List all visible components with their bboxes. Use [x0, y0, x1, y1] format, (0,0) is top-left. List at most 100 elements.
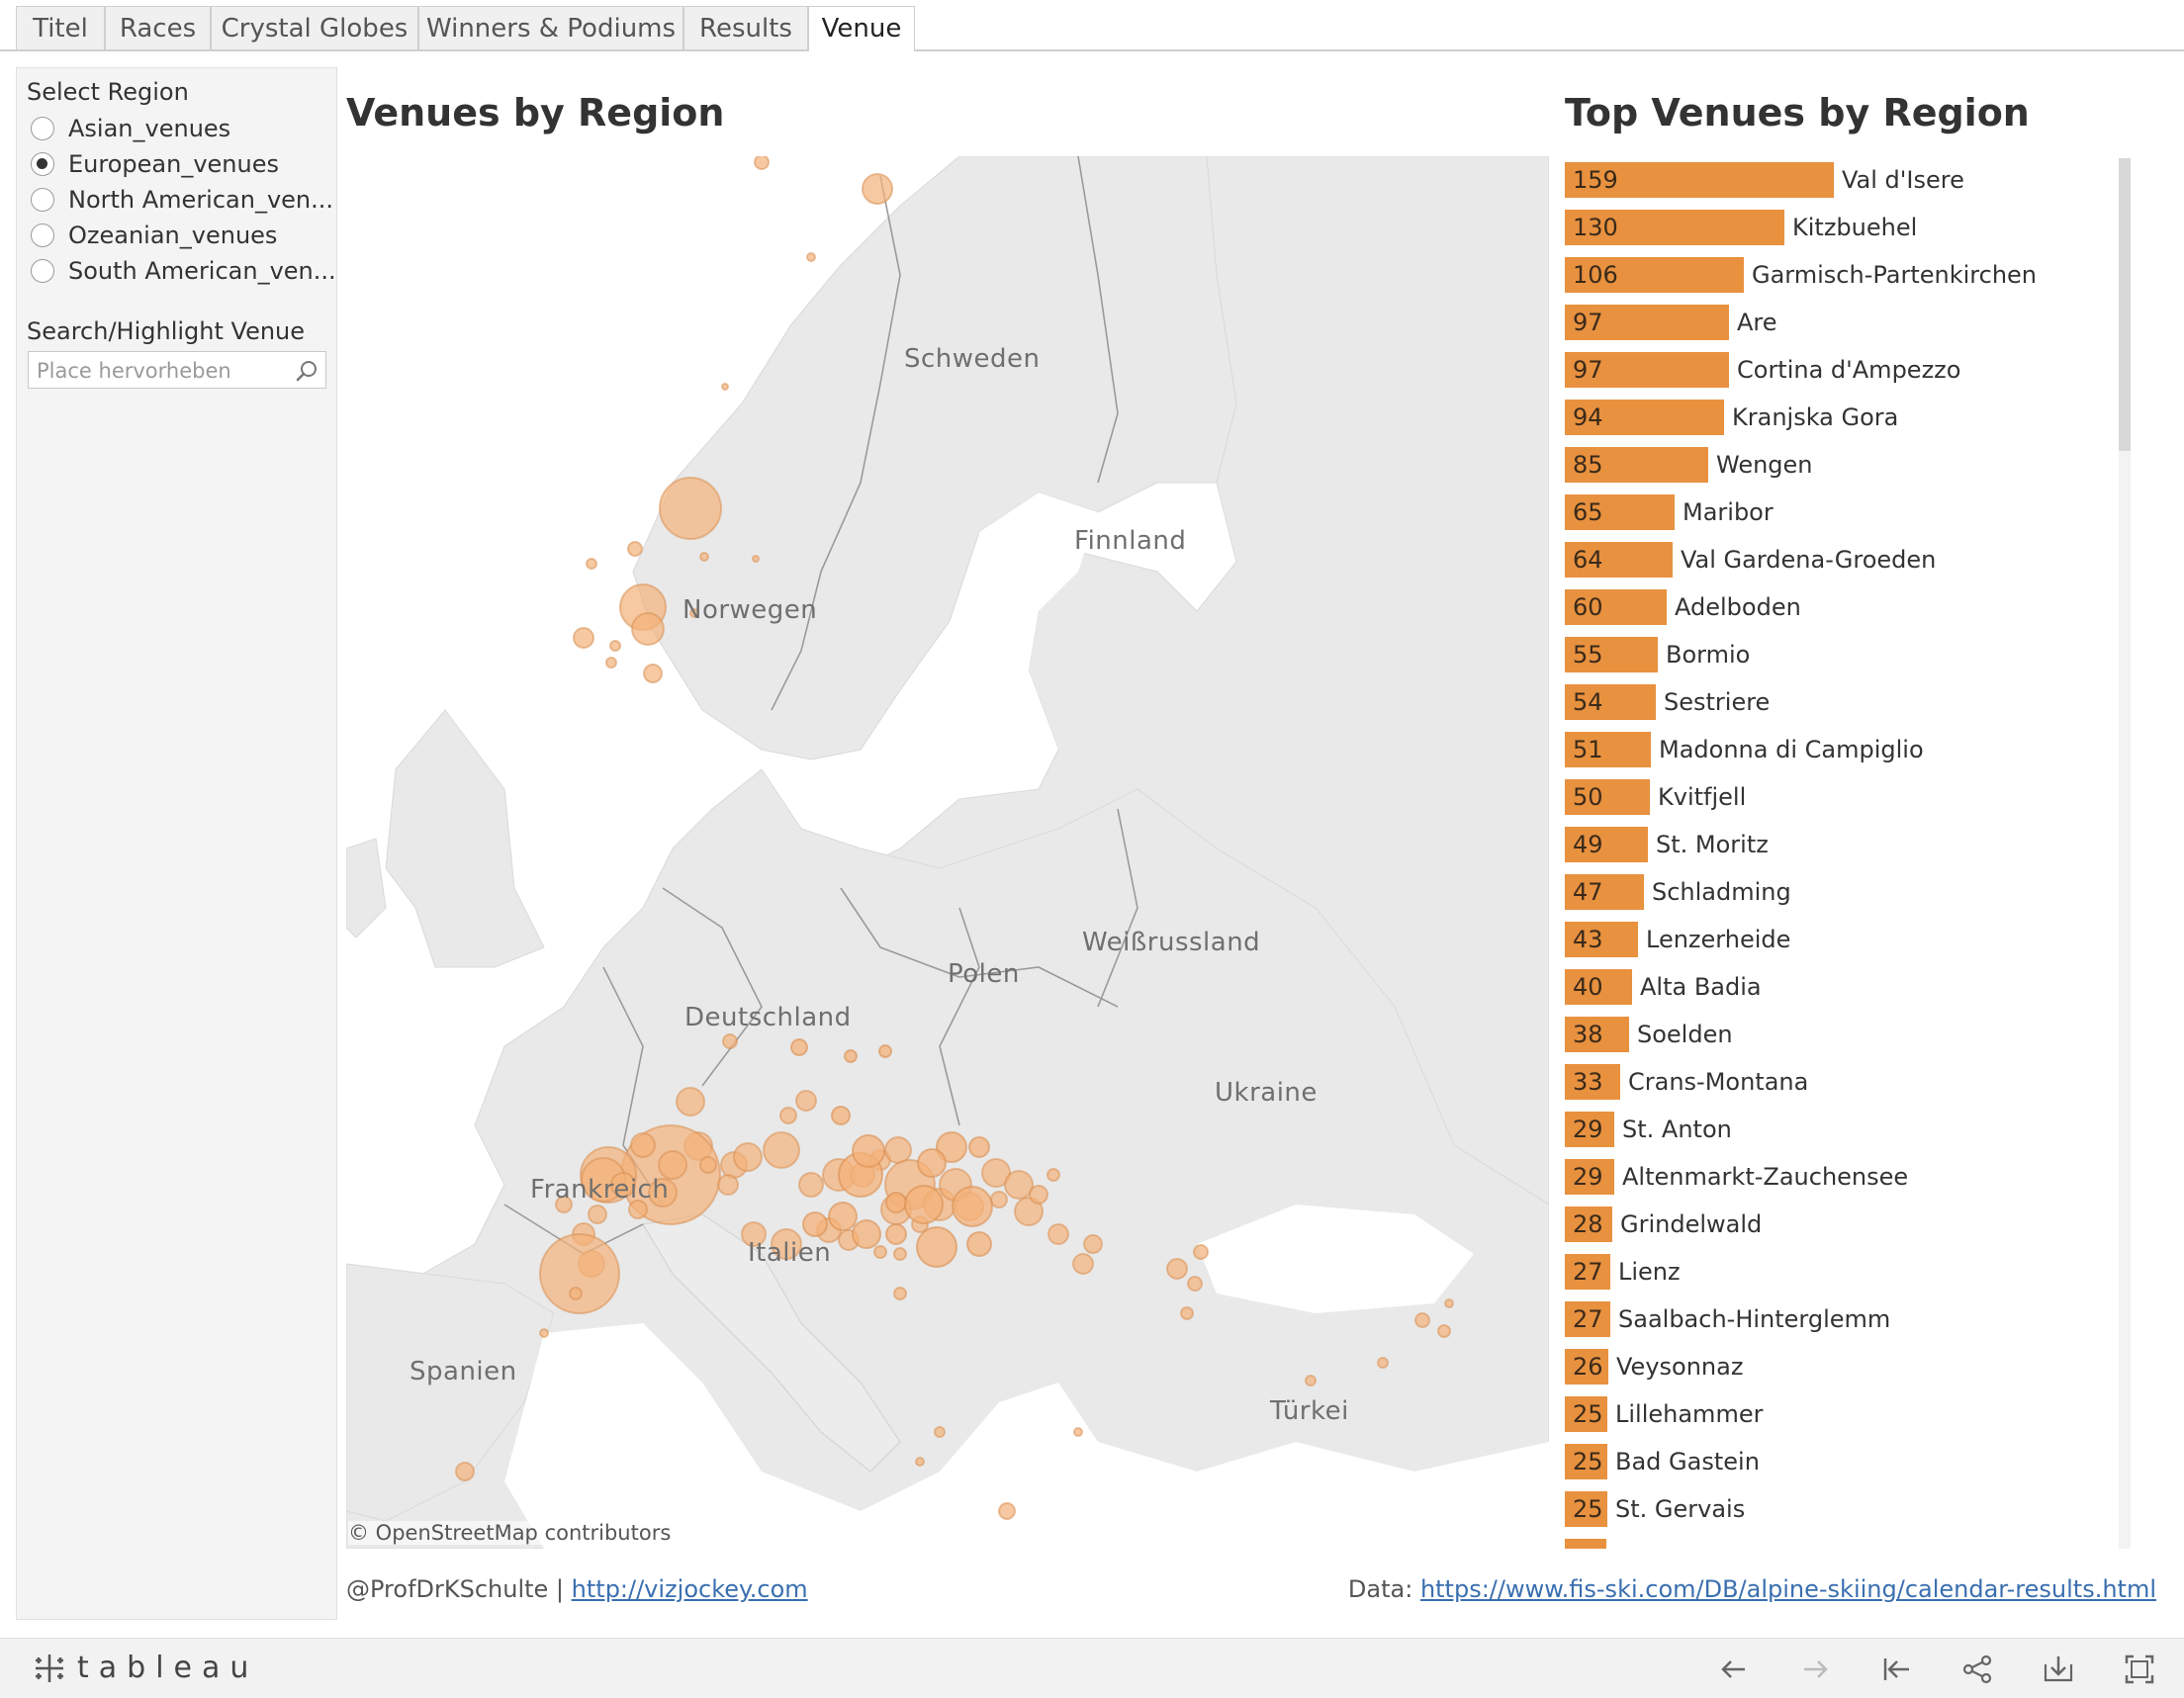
bar-category-label: St. Anton: [1622, 1116, 1732, 1143]
bar-value-label: 27: [1573, 1258, 1603, 1286]
scrollbar-thumb[interactable]: [2119, 158, 2131, 451]
bar-row[interactable]: 27 Saalbach-Hinterglemm: [1563, 1301, 2117, 1337]
radio-label: Asian_venues: [68, 115, 231, 142]
bar-category-label: Adelboden: [1675, 593, 1801, 621]
bar-category-label: Veysonnaz: [1616, 1353, 1744, 1381]
author-credit: @ProfDrKSchulte | http://vizjockey.com: [346, 1575, 808, 1603]
bar-category-label: Val d'Isere: [1842, 166, 1964, 194]
bar-row[interactable]: 29 St. Anton: [1563, 1112, 2117, 1147]
bar-category-label: Schladming: [1652, 878, 1791, 906]
bar-row[interactable]: 33 Crans-Montana: [1563, 1064, 2117, 1100]
tab-bar: Titel Races Crystal Globes Winners & Pod…: [0, 0, 2184, 51]
bar-value-label: 27: [1573, 1305, 1603, 1333]
bar-row[interactable]: 85 Wengen: [1563, 447, 2117, 483]
bar-row[interactable]: 54 Sestriere: [1563, 684, 2117, 720]
bar-row[interactable]: 47 Schladming: [1563, 874, 2117, 910]
tab-races[interactable]: Races: [105, 6, 211, 49]
radio-ozeanian-venues[interactable]: Ozeanian_venues: [31, 219, 337, 252]
bar-value-label: 40: [1573, 973, 1603, 1001]
share-icon[interactable]: [1960, 1653, 1994, 1686]
bar-row[interactable]: 130 Kitzbuehel: [1563, 210, 2117, 245]
data-source-link[interactable]: https://www.fis-ski.com/DB/alpine-skiing…: [1420, 1575, 2156, 1603]
search-input[interactable]: [35, 354, 286, 388]
tab-venue[interactable]: Venue: [808, 6, 915, 51]
bar-row[interactable]: 55 Bormio: [1563, 637, 2117, 672]
revert-icon[interactable]: [1879, 1653, 1913, 1686]
bar-row[interactable]: 27 Lienz: [1563, 1254, 2117, 1290]
tab-crystal-globes[interactable]: Crystal Globes: [211, 6, 418, 49]
tableau-logo-icon[interactable]: [30, 1649, 69, 1688]
bar-row[interactable]: 25 St. Gervais: [1563, 1491, 2117, 1527]
bar-row[interactable]: 29 Altenmarkt-Zauchensee: [1563, 1159, 2117, 1195]
bar-row[interactable]: 50 Kvitfjell: [1563, 779, 2117, 815]
redo-icon[interactable]: [1798, 1653, 1832, 1686]
radio-circle[interactable]: [31, 223, 54, 247]
bar-row[interactable]: 38 Soelden: [1563, 1017, 2117, 1052]
tab-titel[interactable]: Titel: [16, 6, 105, 49]
radio-circle[interactable]: [31, 259, 54, 283]
undo-icon[interactable]: [1717, 1653, 1751, 1686]
bar-row[interactable]: 60 Adelboden: [1563, 589, 2117, 625]
bar-category-label: Val Gardena-Groeden: [1681, 546, 1937, 574]
radio-circle[interactable]: [31, 117, 54, 140]
search-box[interactable]: [28, 351, 326, 389]
bar-row[interactable]: 94 Kranjska Gora: [1563, 400, 2117, 435]
bar-row[interactable]: 26 Veysonnaz: [1563, 1349, 2117, 1385]
bar-value-label: 106: [1573, 261, 1618, 289]
bar-value-label: 38: [1573, 1021, 1603, 1048]
radio-label: European_venues: [68, 150, 279, 178]
bar-category-label: Alta Badia: [1640, 973, 1762, 1001]
radio-european-venues[interactable]: European_venues: [31, 147, 337, 181]
bar-row[interactable]: 106 Garmisch-Partenkirchen: [1563, 257, 2117, 293]
bar-row[interactable]: 65 Maribor: [1563, 494, 2117, 530]
tab-winners-podiums[interactable]: Winners & Podiums: [418, 6, 683, 49]
bar-row[interactable]: 49 St. Moritz: [1563, 827, 2117, 862]
bar-row[interactable]: 64 Val Gardena-Groeden: [1563, 542, 2117, 578]
bar-value-label: 25: [1573, 1400, 1603, 1428]
bar-row[interactable]: 159 Val d'Isere: [1563, 162, 2117, 198]
top-venues-bar-chart[interactable]: 159 Val d'Isere 130 Kitzbuehel 106 Garmisch-P…: [1563, 158, 2117, 1549]
bar-value-label: 25: [1573, 1495, 1603, 1523]
radio-asian-venues[interactable]: Asian_venues: [31, 112, 337, 145]
search-icon[interactable]: [294, 358, 319, 384]
bar-row[interactable]: 43 Lenzerheide: [1563, 922, 2117, 957]
bar-row[interactable]: 25 Bad Gastein: [1563, 1444, 2117, 1479]
bar-value-label: 33: [1573, 1068, 1603, 1096]
tab-results[interactable]: Results: [683, 6, 808, 49]
radio-circle[interactable]: [31, 152, 54, 176]
bar-category-label: Bad Gastein: [1615, 1448, 1760, 1475]
author-link[interactable]: http://vizjockey.com: [572, 1575, 808, 1603]
bar-chart-scrollbar[interactable]: [2119, 158, 2131, 1549]
bar-row[interactable]: 51 Madonna di Campiglio: [1563, 732, 2117, 767]
bar-category-label: Lillehammer: [1615, 1400, 1764, 1428]
tableau-brand[interactable]: tableau: [77, 1649, 258, 1688]
bar-category-label: Lienz: [1618, 1258, 1681, 1286]
bar-row[interactable]: 97 Are: [1563, 305, 2117, 340]
bar-category-label: Crans-Montana: [1628, 1068, 1809, 1096]
radio-circle[interactable]: [31, 188, 54, 212]
bar-category-label: St. Gervais: [1615, 1495, 1746, 1523]
radio-label: North American_ven...: [68, 186, 334, 214]
bar-chart-title: Top Venues by Region: [1565, 91, 2030, 134]
bar-category-label: Wengen: [1716, 451, 1813, 479]
radio-south-american-venues[interactable]: South American_ven...: [31, 254, 337, 288]
fullscreen-icon[interactable]: [2123, 1653, 2156, 1686]
bar-row[interactable]: 97 Cortina d'Ampezzo: [1563, 352, 2117, 388]
download-icon[interactable]: [2042, 1653, 2075, 1686]
radio-north-american-venues[interactable]: North American_ven...: [31, 183, 337, 217]
country-label: Ukraine: [1215, 1078, 1318, 1108]
bar-row[interactable]: 40 Alta Badia: [1563, 969, 2117, 1005]
bar-partial: [1565, 1539, 1606, 1549]
venue-map[interactable]: Schweden Finnland Norwegen Polen Weißrus…: [346, 156, 1549, 1549]
map-title: Venues by Region: [346, 91, 725, 134]
bar-value-label: 64: [1573, 546, 1603, 574]
bar-value-label: 43: [1573, 926, 1603, 953]
bar-value-label: 25: [1573, 1448, 1603, 1475]
bar-row[interactable]: 25 Lillehammer: [1563, 1396, 2117, 1432]
tableau-toolbar: tableau: [0, 1638, 2184, 1698]
bar-value-label: 97: [1573, 356, 1603, 384]
bar-category-label: Soelden: [1637, 1021, 1733, 1048]
radio-label: Ozeanian_venues: [68, 222, 278, 249]
bar-row[interactable]: 28 Grindelwald: [1563, 1206, 2117, 1242]
bar-category-label: Kvitfjell: [1658, 783, 1747, 811]
